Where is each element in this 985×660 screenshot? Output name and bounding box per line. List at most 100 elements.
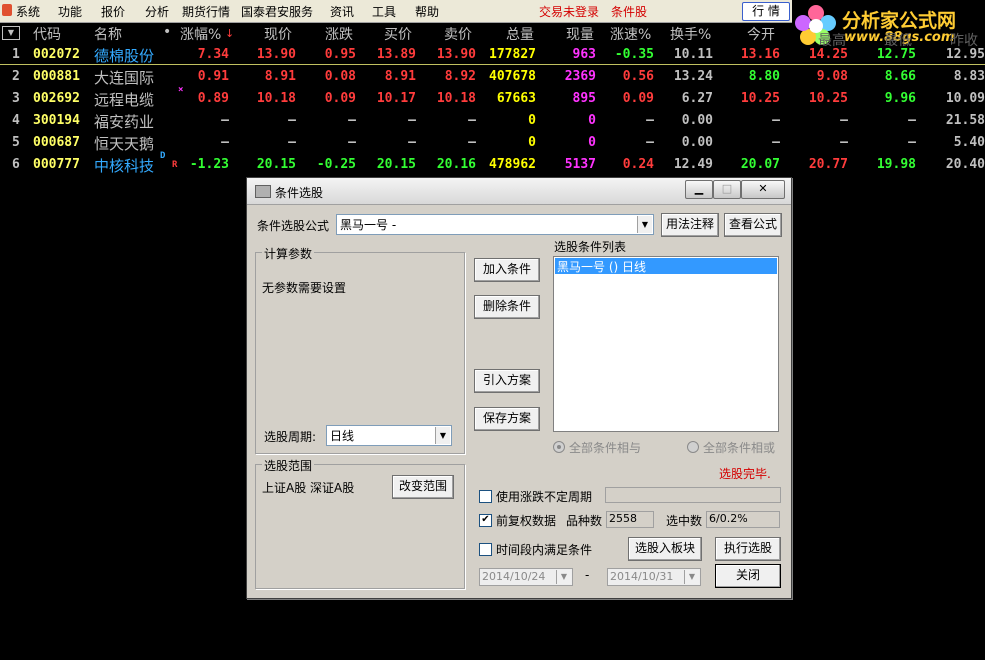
cell-high: – <box>840 113 848 128</box>
done-status: 选股完毕. <box>719 467 771 481</box>
menu-system[interactable]: 系统 <box>16 3 40 20</box>
rights-r-icon: R <box>172 160 178 170</box>
formula-select[interactable]: 黑马一号 - ▼ <box>336 214 654 235</box>
pre-adjust-checkbox[interactable]: ✔ <box>479 514 492 527</box>
cell-high: 9.08 <box>816 69 848 84</box>
quote-button[interactable]: 行 情 <box>742 2 790 21</box>
chevron-down-icon[interactable]: ▼ <box>684 570 699 584</box>
stock-name[interactable]: 德棉股份 <box>94 45 154 66</box>
period-select[interactable]: 日线 ▼ <box>326 425 452 446</box>
cell-ask: – <box>468 113 476 128</box>
date-to-field[interactable]: 2014/10/31 ▼ <box>607 568 701 586</box>
import-scheme-button[interactable]: 引入方案 <box>474 369 540 393</box>
row-number: 5 <box>12 135 20 150</box>
cell-price: 20.15 <box>256 157 296 172</box>
trade-login-status[interactable]: 交易未登录 <box>539 3 599 20</box>
unfixed-period-checkbox[interactable] <box>479 490 492 503</box>
chevron-down-icon[interactable]: ▼ <box>637 216 652 233</box>
condition-list-item[interactable]: 黑马一号 () 日线 <box>555 258 777 274</box>
chevron-down-icon[interactable]: ▼ <box>556 570 571 584</box>
stock-name[interactable]: 中核科技 <box>94 155 154 176</box>
varieties-value: 2558 <box>609 512 637 525</box>
unfixed-period-label: 使用涨跌不定周期 <box>496 490 593 504</box>
col-price[interactable]: 现价 <box>264 24 292 44</box>
cell-speed: 0.24 <box>622 157 654 172</box>
cell-bid: 13.89 <box>376 47 416 62</box>
cell-low: 19.98 <box>876 157 916 172</box>
to-block-button[interactable]: 选股入板块 <box>628 537 702 561</box>
cell-vol: 177827 <box>489 47 536 62</box>
save-scheme-button[interactable]: 保存方案 <box>474 407 540 431</box>
col-chg-pct[interactable]: 涨幅% <box>180 24 221 44</box>
menu-news[interactable]: 资讯 <box>330 3 354 20</box>
sort-desc-icon: ↓ <box>225 27 235 40</box>
stock-name[interactable]: 恒天天鹅 <box>94 133 154 154</box>
all-and-radio[interactable] <box>553 441 565 453</box>
col-turnover[interactable]: 换手% <box>670 24 711 44</box>
stock-code[interactable]: 300194 <box>33 113 80 128</box>
time-range-checkbox[interactable] <box>479 543 492 556</box>
cell-turnover: 10.11 <box>673 47 713 62</box>
col-volume[interactable]: 总量 <box>506 24 534 44</box>
condition-list[interactable]: 黑马一号 () 日线 <box>553 256 779 432</box>
run-select-button[interactable]: 执行选股 <box>715 537 781 561</box>
col-speed[interactable]: 涨速% <box>610 24 651 44</box>
menu-analysis[interactable]: 分析 <box>145 3 169 20</box>
minimize-icon[interactable]: ▁ <box>685 180 713 199</box>
usage-notes-button[interactable]: 用法注释 <box>661 213 719 237</box>
col-chg[interactable]: 涨跌 <box>325 24 353 44</box>
close-icon[interactable]: ✕ <box>741 180 785 199</box>
date-from-field[interactable]: 2014/10/24 ▼ <box>479 568 573 586</box>
cell-chg: 0.08 <box>324 69 356 84</box>
maximize-icon[interactable]: □ <box>713 180 741 199</box>
menu-futures[interactable]: 期货行情 <box>182 3 230 20</box>
stock-code[interactable]: 002072 <box>33 47 80 62</box>
menu-function[interactable]: 功能 <box>58 3 82 20</box>
cell-ask: – <box>468 135 476 150</box>
period-select-value: 日线 <box>330 429 355 443</box>
delete-condition-button[interactable]: 删除条件 <box>474 295 540 319</box>
cell-prev: 12.95 <box>945 47 985 62</box>
col-ask[interactable]: 卖价 <box>444 24 472 44</box>
stock-name[interactable]: 大连国际 <box>94 67 154 88</box>
stock-name[interactable]: 福安药业 <box>94 111 154 132</box>
view-formula-button[interactable]: 查看公式 <box>724 213 782 237</box>
stock-code[interactable]: 000687 <box>33 135 80 150</box>
stock-code[interactable]: 002692 <box>33 91 80 106</box>
cell-prev: 21.58 <box>945 113 985 128</box>
col-code[interactable]: 代码 <box>33 24 61 44</box>
col-cur-volume[interactable]: 现量 <box>566 24 594 44</box>
cell-cur-vol: 895 <box>572 91 596 106</box>
row-mark-icon: × <box>178 85 184 95</box>
chevron-down-icon[interactable]: ▼ <box>435 427 450 444</box>
stock-code[interactable]: 000777 <box>33 157 80 172</box>
all-or-radio[interactable] <box>687 441 699 453</box>
menu-tools[interactable]: 工具 <box>372 3 396 20</box>
cell-low: 8.66 <box>884 69 916 84</box>
menu-quote[interactable]: 报价 <box>101 3 125 20</box>
col-open[interactable]: 今开 <box>747 24 775 44</box>
add-condition-button[interactable]: 加入条件 <box>474 258 540 282</box>
cell-vol: 407678 <box>489 69 536 84</box>
cell-cur-vol: 0 <box>588 135 596 150</box>
date-from-value: 2014/10/24 <box>482 570 546 583</box>
row-number: 2 <box>12 69 20 84</box>
range-value: 上证A股 深证A股 <box>262 481 355 495</box>
formula-label: 条件选股公式 <box>257 219 330 233</box>
change-range-button[interactable]: 改变范围 <box>392 475 454 499</box>
cell-open: 8.80 <box>748 69 780 84</box>
stock-code[interactable]: 000881 <box>33 69 80 84</box>
stock-name[interactable]: 远程电缆 <box>94 89 154 110</box>
menu-gtja-service[interactable]: 国泰君安服务 <box>241 3 313 20</box>
col-name[interactable]: 名称 <box>94 24 122 44</box>
table-menu-button[interactable]: ▼ <box>2 26 20 40</box>
condition-stock-link[interactable]: 条件股 <box>611 3 647 20</box>
menu-help[interactable]: 帮助 <box>415 3 439 20</box>
dialog-titlebar[interactable]: 条件选股 ▁ □ ✕ <box>247 178 791 205</box>
close-button[interactable]: 关闭 <box>715 564 781 588</box>
row-number: 3 <box>12 91 20 106</box>
app-icon[interactable] <box>2 4 12 16</box>
col-bid[interactable]: 买价 <box>384 24 412 44</box>
range-label: 选股范围 <box>262 457 315 474</box>
cell-turnover: 13.24 <box>673 69 713 84</box>
